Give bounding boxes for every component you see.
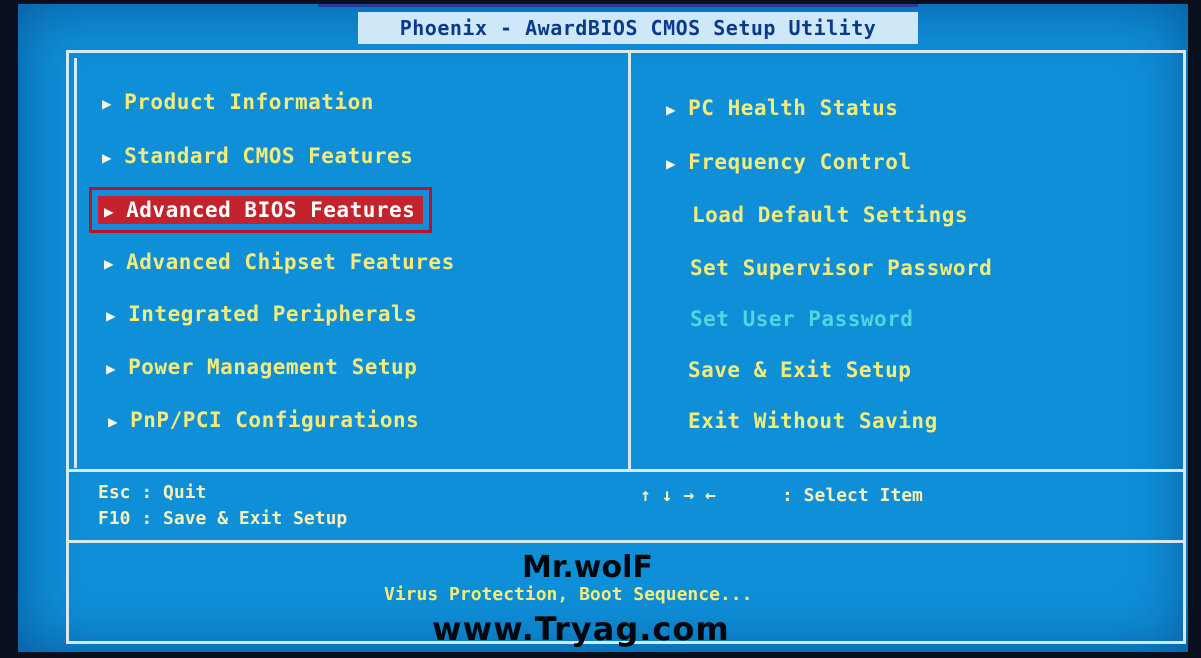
arrow-right-icon: ▶ <box>102 148 113 167</box>
center-divider <box>628 53 631 471</box>
menu-item-label: Standard CMOS Features <box>124 144 414 168</box>
menu-item-label: Load Default Settings <box>692 203 969 227</box>
watermark-author: Mr.wolF <box>522 550 653 585</box>
help-esc-quit: Esc : Quit <box>98 482 207 503</box>
watermark-site: www.Tryag.com <box>432 610 730 648</box>
menu-item-label: Exit Without Saving <box>688 409 938 433</box>
menu-item-label: Set Supervisor Password <box>690 256 993 280</box>
menu-item-label: PC Health Status <box>688 96 899 120</box>
menu-item-advanced-chipset-features[interactable]: ▶ Advanced Chipset Features <box>104 250 455 274</box>
menu-item-set-supervisor-password[interactable]: Set Supervisor Password <box>690 256 992 280</box>
item-description: Virus Protection, Boot Sequence... <box>384 584 753 605</box>
menu-item-frequency-control[interactable]: ▶ Frequency Control <box>666 150 912 174</box>
arrow-right-icon: ▶ <box>104 254 115 273</box>
arrow-right-icon: ▶ <box>666 100 677 119</box>
menu-item-label: Product Information <box>124 90 374 114</box>
arrow-right-icon: ▶ <box>666 154 677 173</box>
arrow-right-icon: ▶ <box>106 359 117 378</box>
menu-item-label: Set User Password <box>690 307 914 331</box>
menu-item-label: Save & Exit Setup <box>688 358 912 382</box>
menu-item-standard-cmos-features[interactable]: ▶ Standard CMOS Features <box>102 144 413 168</box>
arrow-right-icon: ▶ <box>106 306 117 325</box>
menu-item-product-information[interactable]: ▶ Product Information <box>102 90 374 114</box>
help-nav-keys: ↑ ↓ → ← <box>640 485 716 506</box>
arrow-right-icon: ▶ <box>108 412 119 431</box>
arrow-right-icon: ▶ <box>104 202 115 221</box>
help-f10-save-exit: F10 : Save & Exit Setup <box>98 508 348 529</box>
menu-item-label: Integrated Peripherals <box>128 302 418 326</box>
menu-item-set-user-password[interactable]: Set User Password <box>690 307 913 331</box>
menu-item-label: PnP/PCI Configurations <box>130 408 420 432</box>
frame-inner-left <box>74 58 77 468</box>
menu-item-load-default-settings[interactable]: Load Default Settings <box>692 203 968 227</box>
description-divider <box>69 540 1183 543</box>
bios-screen: Phoenix - AwardBIOS CMOS Setup Utility ▶… <box>18 4 1188 652</box>
menu-item-label: Power Management Setup <box>128 355 418 379</box>
menu-item-integrated-peripherals[interactable]: ▶ Integrated Peripherals <box>106 302 417 326</box>
menu-item-pnp-pci-configurations[interactable]: ▶ PnP/PCI Configurations <box>108 408 419 432</box>
menu-item-power-management-setup[interactable]: ▶ Power Management Setup <box>106 355 417 379</box>
menu-item-label: Advanced Chipset Features <box>126 250 455 274</box>
menu-item-label: Advanced BIOS Features <box>126 198 416 222</box>
menu-item-save-exit-setup[interactable]: Save & Exit Setup <box>688 358 911 382</box>
menu-item-pc-health-status[interactable]: ▶ PC Health Status <box>666 96 898 120</box>
menu-item-exit-without-saving[interactable]: Exit Without Saving <box>688 409 938 433</box>
bios-title: Phoenix - AwardBIOS CMOS Setup Utility <box>358 12 918 44</box>
menu-item-advanced-bios-features[interactable]: ▶ Advanced BIOS Features <box>88 187 433 233</box>
arrow-right-icon: ▶ <box>102 94 113 113</box>
help-select-item: : Select Item <box>782 485 923 506</box>
menu-item-label: Frequency Control <box>688 150 912 174</box>
help-divider <box>69 469 1183 472</box>
top-link-underline <box>318 4 918 7</box>
